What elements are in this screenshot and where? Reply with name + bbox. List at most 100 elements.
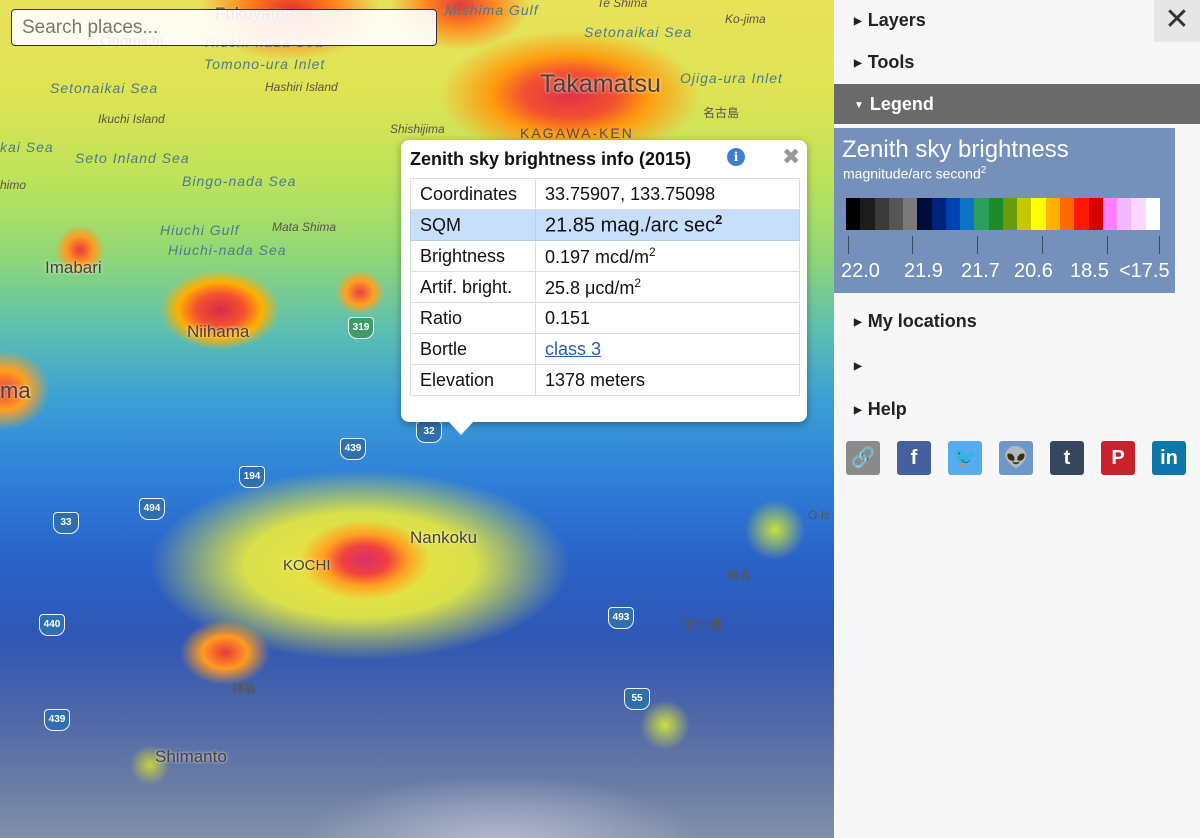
twitter-icon[interactable]: 🐦 xyxy=(948,441,982,475)
island-label-ikuchi: Ikuchi Island xyxy=(98,112,165,126)
row-key: Bortle xyxy=(410,333,536,365)
city-label-takamatsu: Takamatsu xyxy=(540,70,661,98)
glow-east xyxy=(745,500,805,560)
legend-label: 20.6 xyxy=(1014,260,1053,282)
info-icon[interactable]: i xyxy=(727,148,745,166)
route-shield: 194 xyxy=(239,466,265,488)
row-value: 0.151 xyxy=(535,302,800,334)
glow-susaki xyxy=(180,620,270,685)
legend-swatch xyxy=(1017,198,1032,230)
section-label: My locations xyxy=(867,311,977,331)
bortle-class-link[interactable]: class 3 xyxy=(545,339,601,359)
legend-tick xyxy=(912,236,913,254)
legend-swatch xyxy=(846,198,861,230)
reddit-icon[interactable]: 👽 xyxy=(999,441,1033,475)
info-popup: Zenith sky brightness info (2015) i ✖ Co… xyxy=(401,140,807,422)
glow-muroto xyxy=(640,700,690,750)
caret-down-icon: ▼ xyxy=(854,100,864,111)
social-share-bar: 🔗 f 🐦 👽 t P in xyxy=(846,441,1186,475)
link-icon[interactable]: 🔗 xyxy=(846,441,880,475)
pinterest-icon[interactable]: P xyxy=(1101,441,1135,475)
place-label-nagoya-jp: 名古島 xyxy=(703,106,740,120)
route-shield: 440 xyxy=(39,614,65,636)
linkedin-icon[interactable]: in xyxy=(1152,441,1186,475)
tumblr-icon[interactable]: t xyxy=(1050,441,1084,475)
route-shield: 494 xyxy=(139,498,165,520)
popup-title: Zenith sky brightness info (2015) xyxy=(410,149,692,169)
legend-swatch xyxy=(1145,198,1160,230)
row-value: 0.197 mcd/m2 xyxy=(535,240,800,272)
section-tools[interactable]: ▶ Tools xyxy=(834,42,1200,82)
row-key: Elevation xyxy=(410,364,536,396)
map-view[interactable]: Fukuyama Onomichi Takamatsu Imabari Niih… xyxy=(0,0,834,838)
section-layers[interactable]: ▶ Layers xyxy=(834,0,1200,40)
city-label-kochi: KOCHI xyxy=(283,557,331,574)
row-value: 25.8 μcd/m2 xyxy=(535,271,800,303)
popup-pointer xyxy=(448,421,474,435)
route-shield: 55 xyxy=(624,688,650,710)
legend-swatch xyxy=(931,198,946,230)
sea-label-seto-inland: Seto Inland Sea xyxy=(75,150,190,166)
table-row: Brightness 0.197 mcd/m2 xyxy=(410,240,800,272)
pref-label-kagawa: KAGAWA-KEN xyxy=(520,125,634,141)
legend-swatch xyxy=(1031,198,1046,230)
legend-panel: Zenith sky brightness magnitude/arc seco… xyxy=(834,128,1175,293)
legend-tick xyxy=(1107,236,1108,254)
legend-tick xyxy=(1042,236,1043,254)
section-label: Layers xyxy=(867,10,926,30)
search-input[interactable] xyxy=(11,9,437,46)
island-label-hashiri: Hashiri Island xyxy=(265,80,338,94)
section-label: Help xyxy=(867,399,907,419)
legend-label: <17.5 xyxy=(1119,260,1170,282)
island-label-mata: Mata Shima xyxy=(272,220,337,234)
caret-right-icon: ▶ xyxy=(854,317,862,328)
legend-swatch xyxy=(1102,198,1118,230)
route-shield: 439 xyxy=(340,438,366,460)
section-label: Legend xyxy=(869,94,934,114)
table-row: Artif. bright. 25.8 μcd/m2 xyxy=(410,271,800,303)
legend-swatch xyxy=(1045,198,1060,230)
row-value-sup: 2 xyxy=(715,212,723,228)
row-key: Brightness xyxy=(410,240,536,272)
legend-label: 22.0 xyxy=(841,260,880,282)
sea-label-kai: kai Sea xyxy=(0,139,54,155)
legend-swatch xyxy=(1059,198,1075,230)
section-my-locations[interactable]: ▶ My locations xyxy=(834,301,1200,341)
section-unnamed[interactable]: ▶ xyxy=(834,345,1200,385)
legend-tick xyxy=(848,236,849,254)
glow-shimanto xyxy=(130,745,170,785)
legend-axis xyxy=(848,230,1160,260)
caret-right-icon: ▶ xyxy=(854,405,862,416)
row-value: 33.75907, 133.75098 xyxy=(535,178,800,210)
sea-label-tomono-ura: Tomono-ura Inlet xyxy=(204,56,326,72)
legend-swatch xyxy=(945,198,961,230)
sea-label-setonaikai-right: Setonaikai Sea xyxy=(584,24,693,40)
row-value: class 3 xyxy=(535,333,800,365)
close-sidebar-icon[interactable]: ✕ xyxy=(1154,0,1200,42)
glow-imabari xyxy=(55,225,105,275)
city-label-imabari: Imabari xyxy=(45,258,102,277)
island-label-shishijima: Shishijima xyxy=(390,122,445,136)
legend-subtitle-text: magnitude/arc second xyxy=(843,165,981,182)
legend-swatch xyxy=(988,198,1003,230)
legend-subtitle: magnitude/arc second2 xyxy=(843,165,986,182)
legend-swatch xyxy=(917,198,932,230)
island-label-o-is: O Is xyxy=(808,508,831,522)
route-shield: 33 xyxy=(53,512,79,534)
place-label-kamijima: 神島 xyxy=(232,682,257,696)
route-shield: 319 xyxy=(348,317,374,339)
row-value-text: 21.85 mag./arc sec xyxy=(545,214,716,237)
legend-swatch xyxy=(960,198,975,230)
close-icon[interactable]: ✖ xyxy=(782,144,800,170)
row-value: 1378 meters xyxy=(535,364,800,396)
sea-label-hiuchi-gulf: Hiuchi Gulf xyxy=(160,222,240,238)
row-value-text: 0.197 mcd/m xyxy=(545,246,650,267)
section-help[interactable]: ▶ Help xyxy=(834,389,1200,429)
glow-left-edge xyxy=(0,350,50,430)
facebook-icon[interactable]: f xyxy=(897,441,931,475)
legend-swatch xyxy=(1074,198,1089,230)
legend-swatch xyxy=(1088,198,1103,230)
section-legend[interactable]: ▼ Legend xyxy=(834,84,1200,124)
row-key: Coordinates xyxy=(410,178,536,210)
row-value: 21.85 mag./arc sec2 xyxy=(535,209,800,241)
